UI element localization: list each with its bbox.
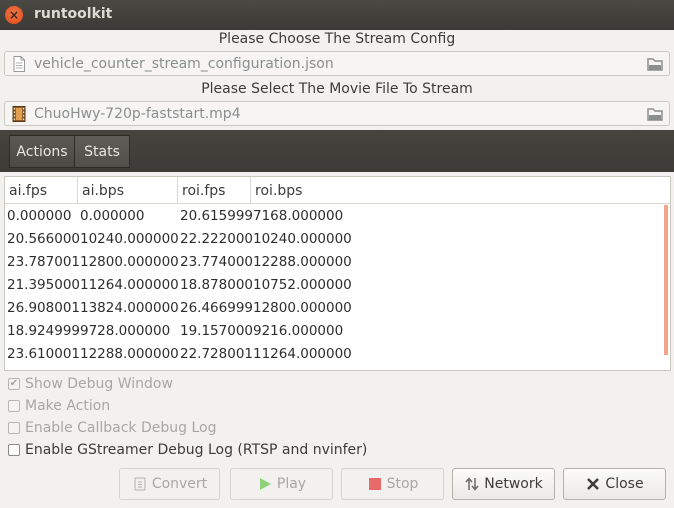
- cell-roi-fps: 22.728001: [180, 346, 254, 362]
- film-icon: [10, 105, 28, 123]
- cell-ai-bps: 12288.000000: [80, 346, 179, 362]
- convert-button[interactable]: Convert: [119, 468, 220, 500]
- table-row[interactable]: 26.908001 13824.000000 26.466999 12800.0000…: [5, 297, 665, 320]
- cell-roi-bps: 12288.000000: [253, 254, 352, 270]
- open-file-icon[interactable]: [645, 105, 665, 123]
- cell-ai-bps: 9728.000000: [80, 323, 171, 339]
- document-icon: [10, 55, 28, 73]
- column-header-roi-fps[interactable]: roi.fps: [178, 177, 251, 204]
- cell-roi-fps: 18.878000: [180, 277, 254, 293]
- cell-roi-fps: 20.615999: [180, 208, 254, 224]
- notebook-tab-bar: Actions Stats: [0, 130, 674, 172]
- play-button[interactable]: Play: [230, 468, 333, 500]
- cell-ai-fps: 18.924999: [7, 323, 81, 339]
- stop-icon: [367, 476, 383, 492]
- cell-ai-bps: 0.000000: [80, 208, 145, 224]
- tab-stats[interactable]: Stats: [74, 135, 130, 168]
- scroll-indicator[interactable]: [664, 205, 668, 355]
- option-gstreamer-debug-log[interactable]: Enable GStreamer Debug Log (RTSP and nvi…: [8, 440, 367, 460]
- cell-roi-bps: 11264.000000: [253, 346, 352, 362]
- cell-roi-fps: 22.222000: [180, 231, 254, 247]
- movie-file-label: Please Select The Movie File To Stream: [201, 81, 473, 97]
- cell-roi-bps: 7168.000000: [253, 208, 344, 224]
- close-label: Close: [605, 476, 644, 492]
- option-show-debug-window[interactable]: ✔ Show Debug Window: [8, 374, 173, 394]
- network-transfer-icon: [464, 476, 480, 492]
- convert-icon: [132, 476, 148, 492]
- cell-ai-bps: 10240.000000: [80, 231, 179, 247]
- option-callback-debug-log[interactable]: Enable Callback Debug Log: [8, 418, 217, 438]
- cell-roi-bps: 10240.000000: [253, 231, 352, 247]
- checkbox-checked-icon[interactable]: ✔: [8, 378, 20, 390]
- open-file-icon[interactable]: [645, 55, 665, 73]
- table-row[interactable]: 0.000000 0.000000 20.615999 7168.000000: [5, 205, 665, 228]
- cell-ai-fps: 23.787001: [7, 254, 81, 270]
- table-row[interactable]: 18.924999 9728.000000 19.157000 9216.000000: [5, 320, 665, 343]
- cell-ai-bps: 11264.000000: [80, 277, 179, 293]
- checkbox-icon[interactable]: [8, 444, 20, 456]
- movie-file-chooser[interactable]: ChuoHwy-720p-faststart.mp4: [4, 101, 670, 126]
- column-header-ai-fps[interactable]: ai.fps: [5, 177, 78, 204]
- table-row[interactable]: 20.566000 10240.000000 22.222000 10240.0000…: [5, 228, 665, 251]
- table-row[interactable]: 23.787001 12800.000000 23.774000 12288.0000…: [5, 251, 665, 274]
- option-label: Make Action: [25, 398, 111, 414]
- close-x-icon: [585, 476, 601, 492]
- cell-roi-fps: 23.774000: [180, 254, 254, 270]
- checkbox-icon[interactable]: [8, 400, 20, 412]
- window-close-icon[interactable]: ×: [5, 6, 23, 24]
- stream-config-chooser[interactable]: vehicle_counter_stream_configuration.jso…: [4, 51, 670, 76]
- cell-roi-bps: 9216.000000: [253, 323, 344, 339]
- play-label: Play: [276, 476, 307, 492]
- tab-actions[interactable]: Actions: [9, 135, 75, 168]
- checkbox-icon[interactable]: [8, 422, 20, 434]
- cell-ai-fps: 20.566000: [7, 231, 81, 247]
- table-header: ai.fps ai.bps roi.fps roi.bps: [5, 177, 670, 204]
- cell-ai-fps: 23.610001: [7, 346, 81, 362]
- option-make-action[interactable]: Make Action: [8, 396, 110, 416]
- stream-config-label: Please Choose The Stream Config: [218, 31, 456, 47]
- stream-config-filename: vehicle_counter_stream_configuration.jso…: [34, 55, 334, 72]
- network-label: Network: [484, 476, 543, 492]
- table-row[interactable]: 23.610001 12288.000000 22.728001 11264.0000…: [5, 343, 665, 366]
- cell-ai-fps: 21.395000: [7, 277, 81, 293]
- option-label: Enable GStreamer Debug Log (RTSP and nvi…: [25, 442, 368, 458]
- column-header-ai-bps[interactable]: ai.bps: [78, 177, 178, 204]
- cell-roi-fps: 26.466999: [180, 300, 254, 316]
- cell-ai-fps: 0.000000: [7, 208, 72, 224]
- play-icon: [257, 476, 273, 492]
- cell-ai-bps: 13824.000000: [80, 300, 179, 316]
- cell-roi-bps: 10752.000000: [253, 277, 352, 293]
- cell-ai-fps: 26.908001: [7, 300, 81, 316]
- column-header-roi-bps[interactable]: roi.bps: [251, 177, 670, 204]
- cell-ai-bps: 12800.000000: [80, 254, 179, 270]
- cell-roi-bps: 12800.000000: [253, 300, 352, 316]
- option-label: Enable Callback Debug Log: [25, 420, 217, 436]
- stop-button[interactable]: Stop: [341, 468, 444, 500]
- cell-roi-fps: 19.157000: [180, 323, 254, 339]
- stats-table[interactable]: ai.fps ai.bps roi.fps roi.bps 0.000000 0.…: [4, 176, 671, 371]
- network-button[interactable]: Network: [452, 468, 555, 500]
- close-button[interactable]: Close: [563, 468, 666, 500]
- convert-label: Convert: [151, 476, 208, 492]
- option-label: Show Debug Window: [25, 376, 173, 392]
- window-title: runtoolkit: [34, 6, 113, 22]
- title-bar: × runtoolkit: [0, 0, 674, 30]
- movie-filename: ChuoHwy-720p-faststart.mp4: [34, 105, 241, 122]
- stop-label: Stop: [386, 476, 419, 492]
- table-row[interactable]: 21.395000 11264.000000 18.878000 10752.0000…: [5, 274, 665, 297]
